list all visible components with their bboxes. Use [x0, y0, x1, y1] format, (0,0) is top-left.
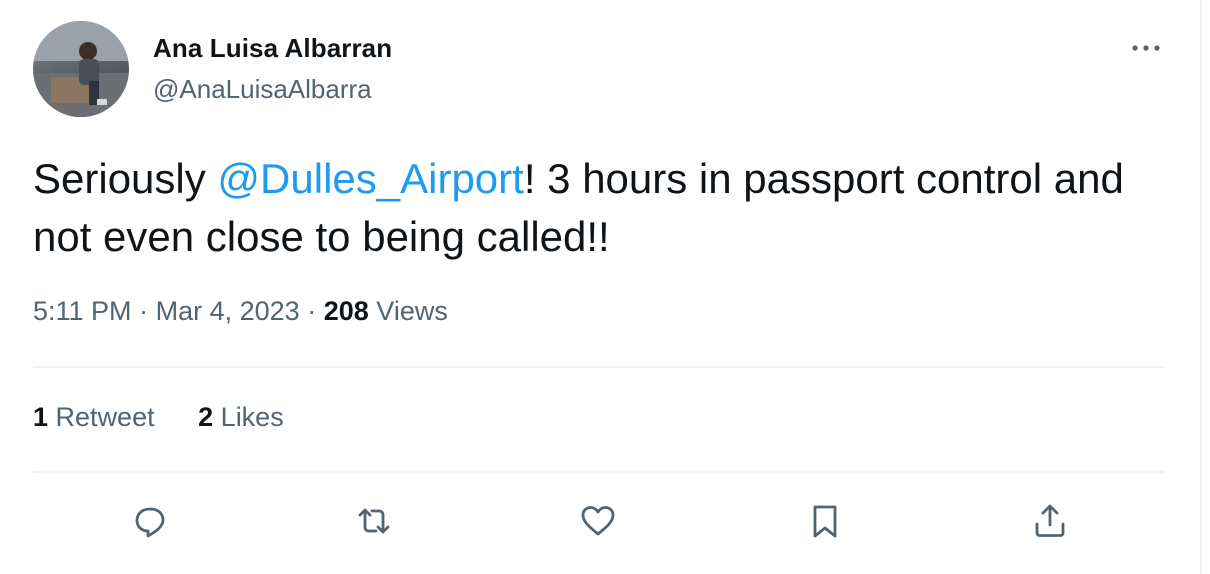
likes-stat[interactable]: 2 Likes [198, 402, 284, 432]
bookmark-icon [813, 505, 837, 538]
meta-separator: · [139, 296, 149, 326]
like-icon [581, 506, 615, 536]
retweets-count: 1 [33, 402, 49, 432]
divider [33, 366, 1165, 368]
more-options-icon [1132, 45, 1160, 51]
retweet-icon [358, 508, 390, 534]
engagement-stats: 1 Retweet 2 Likes [33, 402, 284, 433]
tweet-text-start: Seriously [33, 155, 218, 202]
reply-button[interactable] [126, 497, 174, 545]
tweet-date[interactable]: Mar 4, 2023 [156, 296, 300, 326]
tweet-text: Seriously @Dulles_Airport! 3 hours in pa… [33, 150, 1183, 266]
retweets-stat[interactable]: 1 Retweet [33, 402, 155, 432]
retweet-button[interactable] [350, 497, 398, 545]
avatar[interactable] [33, 21, 129, 117]
likes-label: Likes [220, 402, 284, 432]
like-button[interactable] [574, 497, 622, 545]
meta-separator: · [307, 296, 317, 326]
retweets-label: Retweet [55, 402, 155, 432]
bookmark-button[interactable] [801, 497, 849, 545]
likes-count: 2 [198, 402, 214, 432]
tweet-time[interactable]: 5:11 PM [33, 296, 132, 326]
divider [33, 471, 1165, 473]
author-display-name[interactable]: Ana Luisa Albarran [153, 33, 392, 64]
card-border [1200, 0, 1202, 574]
profile-photo-icon [33, 21, 129, 117]
more-options-button[interactable] [1126, 34, 1166, 62]
reply-icon [135, 507, 165, 538]
mention-link[interactable]: @Dulles_Airport [217, 155, 523, 202]
tweet-meta: 5:11 PM · Mar 4, 2023 · 208 Views [33, 296, 448, 327]
views-label: Views [376, 296, 448, 326]
share-button[interactable] [1026, 497, 1074, 545]
views-count: 208 [323, 296, 369, 326]
share-icon [1035, 504, 1065, 537]
author-handle[interactable]: @AnaLuisaAlbarra [153, 74, 372, 105]
